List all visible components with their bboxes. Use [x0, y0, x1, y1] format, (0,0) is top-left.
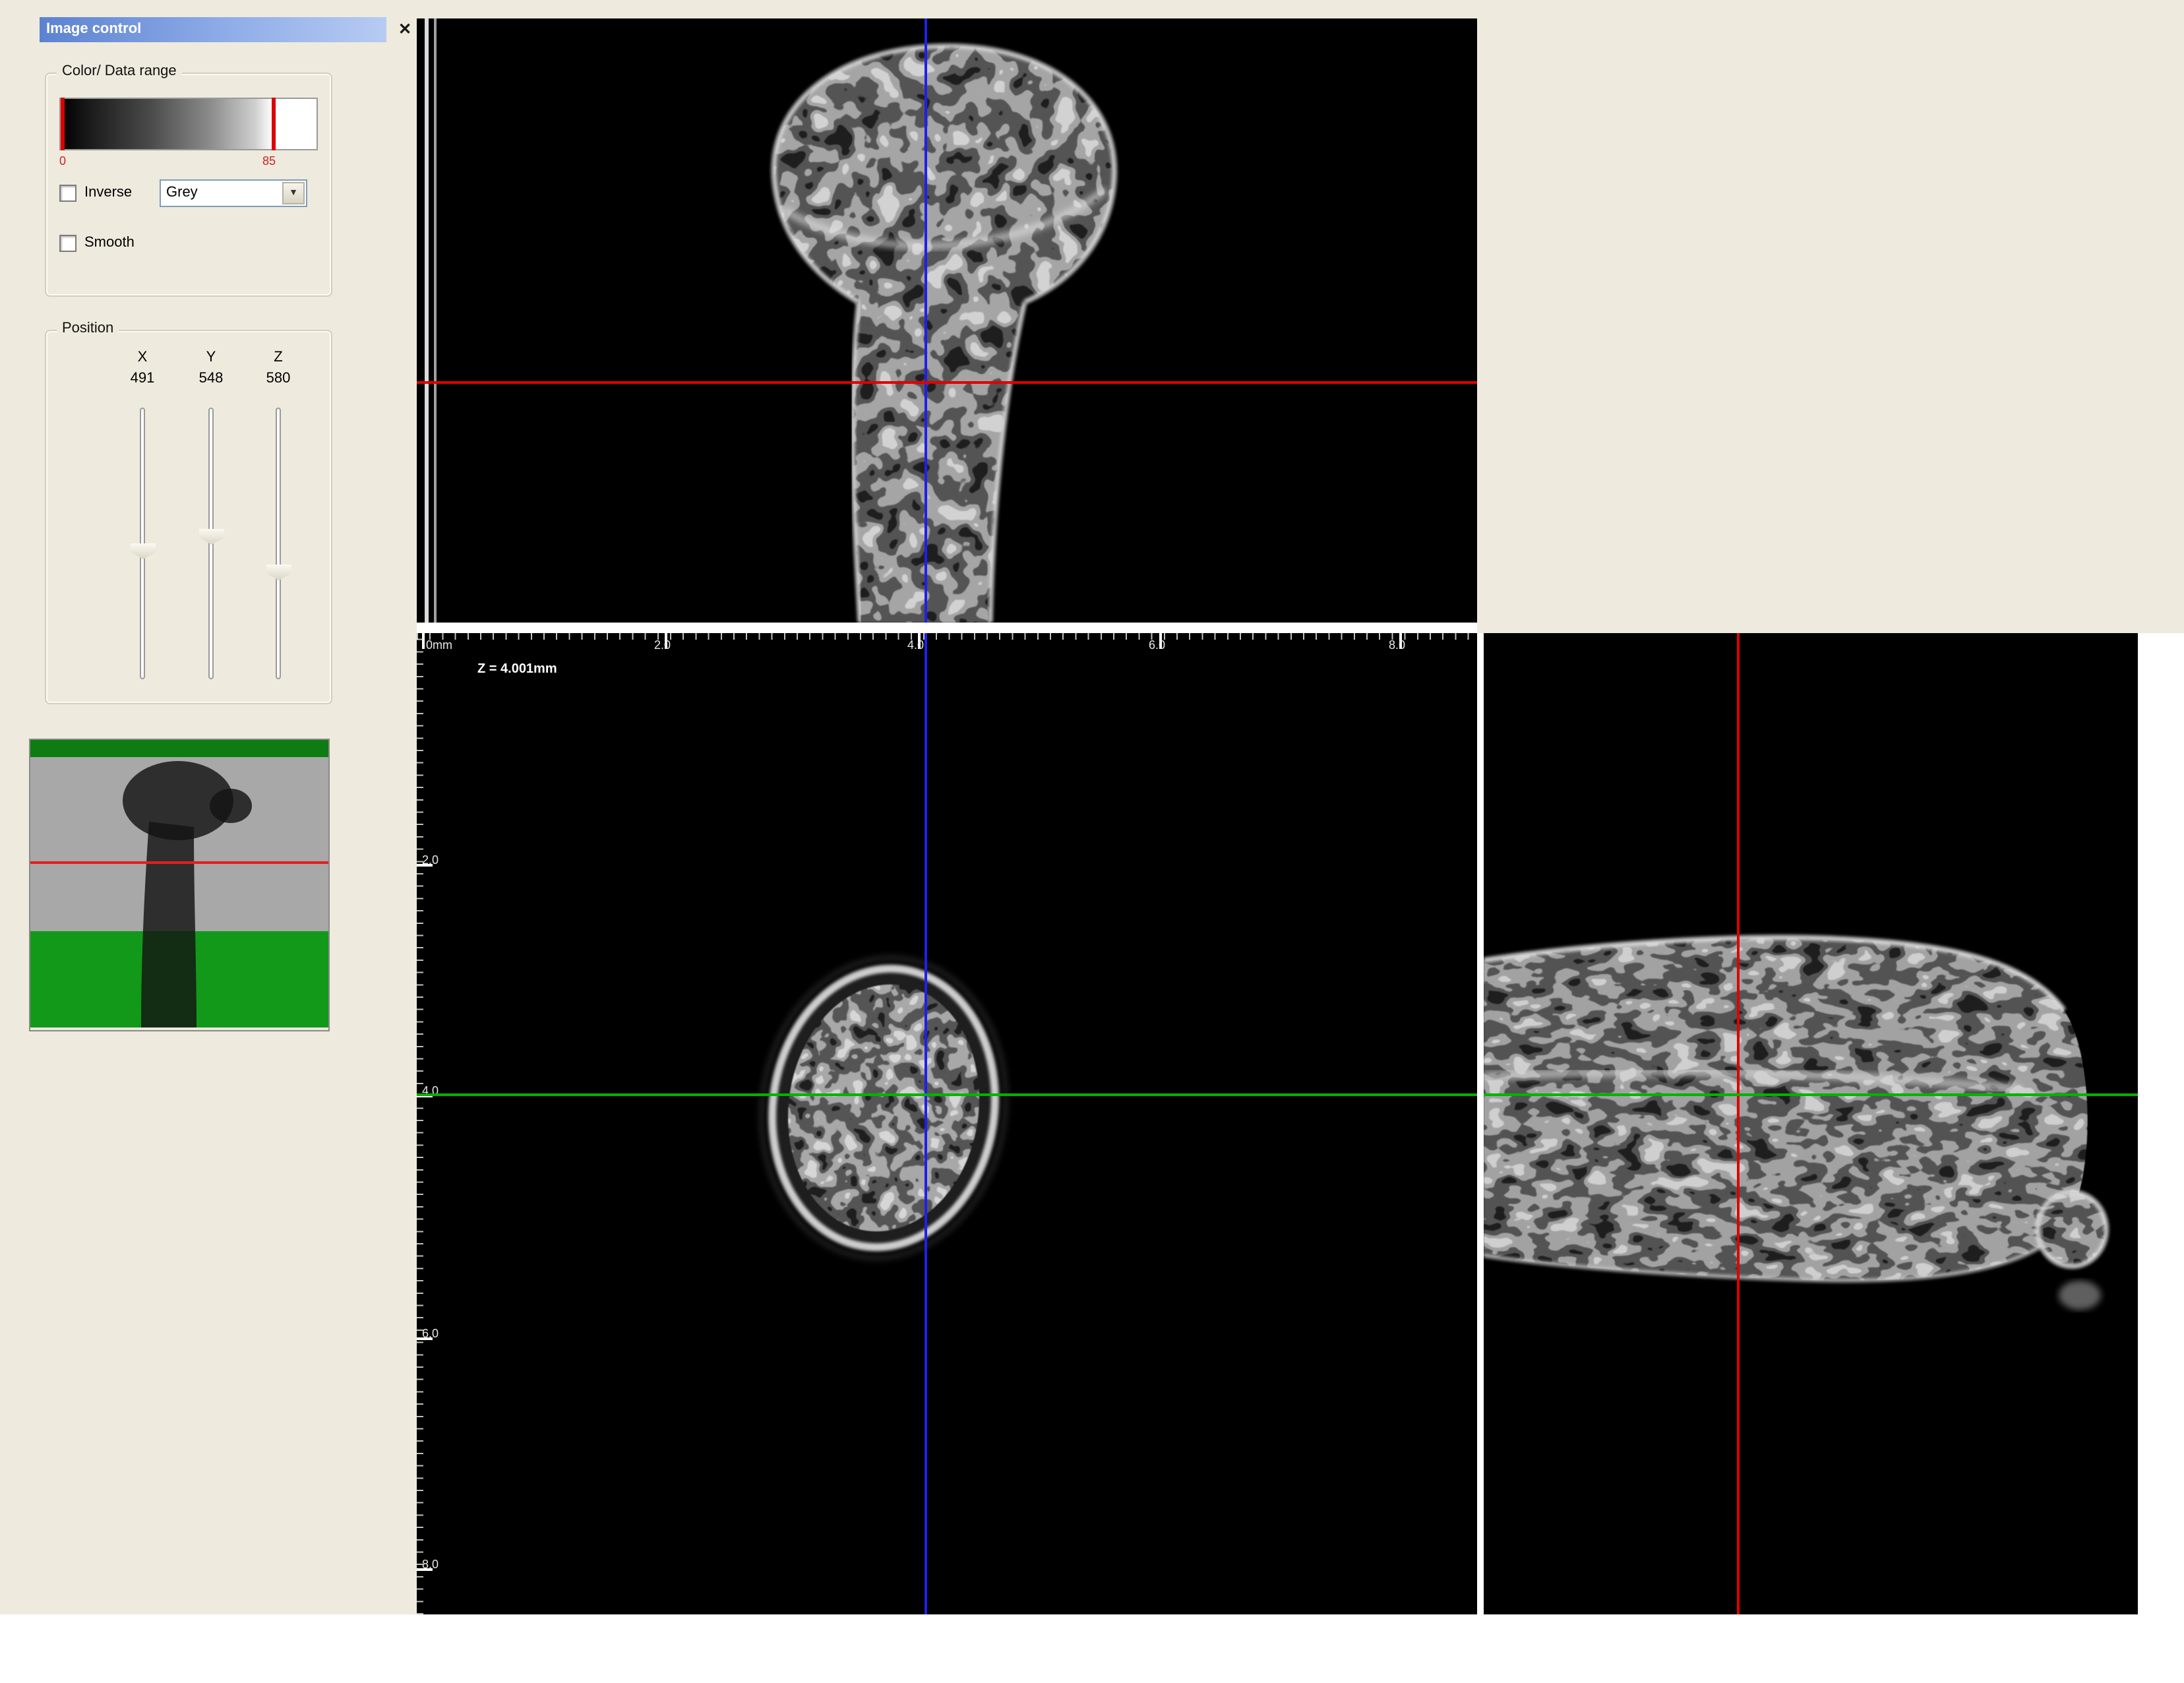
color-range-group-label: Color/ Data range [57, 63, 182, 79]
crosshair-y-red [1737, 633, 1740, 1614]
panel-titlebar[interactable]: Image control [40, 17, 386, 42]
ruler-ticks-left [417, 633, 423, 1614]
sagittal-slice-view[interactable] [1484, 633, 2138, 1614]
position-group-label: Position [57, 321, 119, 336]
view-separator-horizontal [417, 623, 1477, 633]
scan-artifact-line [425, 18, 429, 623]
x-position-value: 491 [116, 371, 169, 386]
palette-selected-value: Grey [166, 185, 198, 200]
crosshair-x-blue [925, 633, 927, 1614]
axial-slice-view[interactable]: 0mm 2.0 4.0 6.0 8.0 2.0 4.0 6.0 8.0 Z = … [417, 633, 1477, 1614]
inverse-checkbox[interactable] [59, 185, 76, 202]
z-slider-track[interactable] [276, 408, 281, 679]
bottom-margin [0, 1614, 2184, 1683]
axial-bone-image [417, 633, 1477, 1614]
overview-thumbnail[interactable] [29, 739, 330, 1031]
sagittal-bone-image [1484, 633, 2138, 1614]
panel-title: Image control [46, 21, 141, 37]
smooth-label: Smooth [84, 235, 135, 251]
inverse-label: Inverse [84, 185, 132, 200]
crosshair-z-green [1484, 1093, 2138, 1096]
range-min-value: 0 [59, 154, 66, 168]
ruler-left-label-8: 8.0 [422, 1558, 439, 1571]
position-group: Position X Y Z 491 548 580 [45, 330, 332, 704]
ruler-left-label-2: 2.0 [422, 853, 439, 867]
range-min-marker[interactable] [61, 98, 65, 150]
ruler-label-4: 4.0 [907, 638, 924, 652]
crosshair-y-red [417, 381, 1477, 384]
z-position-label: Z = 4.001mm [477, 662, 557, 677]
ruler-label-6: 6.0 [1149, 638, 1165, 652]
x-axis-label: X [116, 350, 169, 365]
thumbnail-image [30, 740, 328, 1027]
color-data-range-group: Color/ Data range 0 85 Inverse Grey ▼ Sm… [45, 73, 332, 297]
x-slider-thumb[interactable] [131, 543, 156, 559]
grayscale-range-bar[interactable] [59, 98, 318, 150]
coronal-slice-view[interactable] [417, 18, 1477, 623]
scan-artifact-line [434, 18, 437, 623]
ruler-label-0mm: 0mm [426, 638, 452, 652]
y-position-value: 548 [185, 371, 237, 386]
view-separator-vertical [1477, 633, 1484, 1614]
close-icon[interactable]: ✕ [394, 18, 415, 40]
z-axis-label: Z [252, 350, 305, 365]
palette-dropdown[interactable]: Grey ▼ [160, 179, 307, 207]
y-axis-label: Y [185, 350, 237, 365]
range-max-value: 85 [262, 154, 276, 168]
ruler-major-tick [422, 633, 425, 649]
ruler-ticks-top [417, 633, 1477, 640]
ruler-label-8: 8.0 [1389, 638, 1405, 652]
crosshair-x-blue [925, 18, 927, 623]
range-max-marker[interactable] [272, 98, 276, 150]
z-position-value: 580 [252, 371, 305, 386]
crosshair-z-green [417, 1093, 1477, 1096]
z-slider-thumb[interactable] [266, 565, 291, 580]
application-window: Image control ✕ Color/ Data range 0 85 I… [0, 0, 2184, 1683]
dropdown-arrow-icon[interactable]: ▼ [282, 182, 305, 204]
coronal-bone-image [417, 18, 1477, 623]
y-slider-thumb[interactable] [199, 529, 224, 545]
ruler-left-label-6: 6.0 [422, 1327, 439, 1340]
right-margin [2138, 633, 2184, 1614]
ruler-label-2: 2.0 [654, 638, 671, 652]
smooth-checkbox[interactable] [59, 235, 76, 252]
